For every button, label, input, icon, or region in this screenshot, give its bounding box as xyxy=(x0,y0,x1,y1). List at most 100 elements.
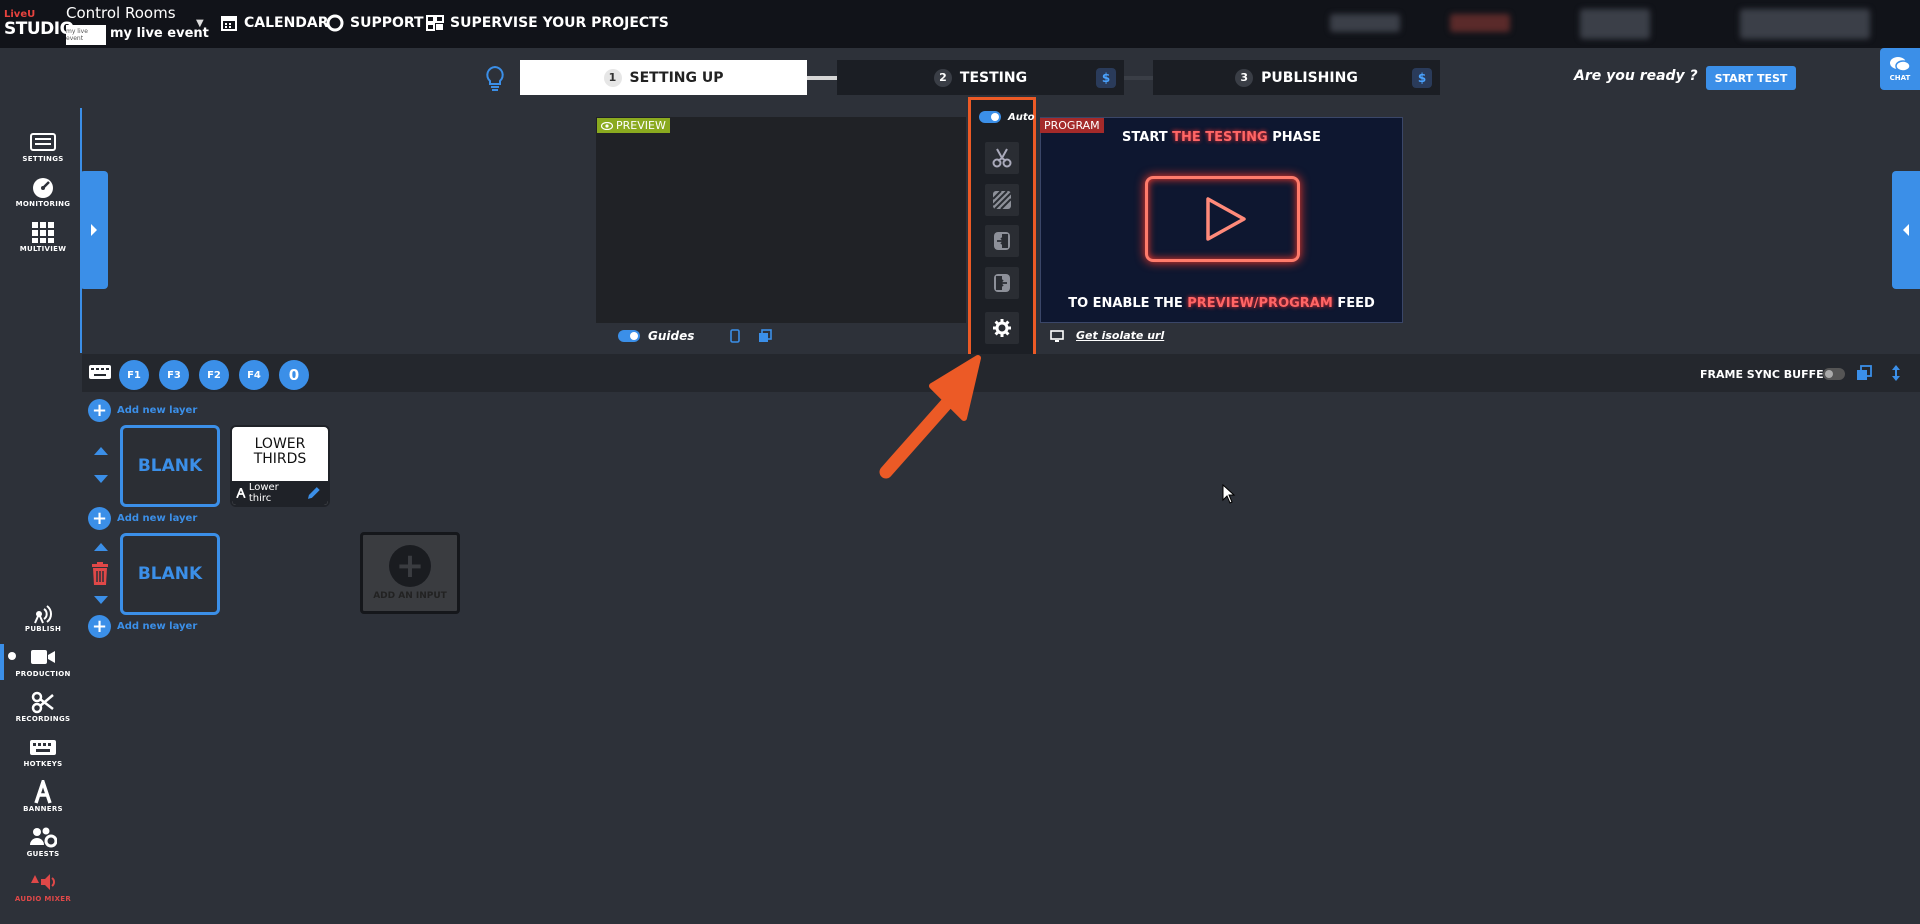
sidebar-item-production[interactable]: PRODUCTION xyxy=(8,645,78,678)
guides-toggle[interactable] xyxy=(618,330,640,342)
frame-sync-toggle[interactable] xyxy=(1823,368,1845,380)
step-setting-up[interactable]: 1 SETTING UP xyxy=(520,60,807,95)
paid-badge: $ xyxy=(1412,68,1432,88)
lightbulb-icon[interactable] xyxy=(484,65,506,91)
sidebar-item-banners[interactable]: BANNERS xyxy=(8,780,78,813)
isolate-label: Get isolate url xyxy=(1076,329,1165,342)
chevron-left-icon xyxy=(1903,224,1909,236)
ready-text: Are you ready ? xyxy=(1574,68,1698,84)
resize-vertical-icon[interactable] xyxy=(1891,364,1901,382)
gear-icon xyxy=(993,319,1011,337)
font-icon xyxy=(34,780,52,804)
plus-icon: + xyxy=(88,615,111,638)
start-test-button[interactable]: START TEST xyxy=(1706,66,1796,90)
play-icon xyxy=(1145,176,1300,262)
frame-sync-buffer-label: FRAME SYNC BUFFER xyxy=(1700,368,1833,381)
monitor-icon xyxy=(1050,329,1064,342)
sidebar-item-publish[interactable]: PUBLISH xyxy=(8,600,78,633)
add-new-layer-button[interactable]: + Add new layer xyxy=(88,399,197,422)
copy-icon[interactable] xyxy=(758,329,773,343)
chat-button[interactable]: CHAT xyxy=(1880,48,1920,90)
sidebar-item-label: AUDIO MIXER xyxy=(14,895,72,903)
wipe-in-transition-button[interactable] xyxy=(985,225,1019,257)
cut-transition-button[interactable] xyxy=(985,142,1019,174)
lower-thirds-card[interactable]: LOWER THIRDS Lower thirc xyxy=(230,425,330,507)
move-layer-up-icon[interactable] xyxy=(94,447,108,455)
users-gear-icon xyxy=(30,827,57,848)
liveu-studio-logo[interactable]: LiveU STUDIO xyxy=(4,10,74,40)
event-thumbnail: my live event xyxy=(66,25,106,45)
move-layer-down-icon[interactable] xyxy=(94,596,108,604)
font-icon xyxy=(236,488,246,498)
move-layer-down-icon[interactable] xyxy=(94,475,108,483)
nav-supervise-label: SUPERVISE YOUR PROJECTS xyxy=(450,15,669,31)
wipe-in-icon xyxy=(994,232,1010,250)
paid-badge: $ xyxy=(1096,68,1116,88)
blank-source-card[interactable]: BLANK xyxy=(120,425,220,507)
wipe-out-transition-button[interactable] xyxy=(985,267,1019,299)
transitions-panel: Auto xyxy=(968,97,1036,358)
transition-settings-button[interactable] xyxy=(985,312,1019,344)
sidebar-item-label: HOTKEYS xyxy=(23,760,63,768)
keyboard-icon xyxy=(30,740,56,755)
auto-toggle[interactable] xyxy=(979,111,1001,123)
sidebar-item-audio-mixer[interactable]: AUDIO MIXER xyxy=(8,870,78,903)
wipe-out-icon xyxy=(994,274,1010,292)
gauge-icon xyxy=(33,178,53,198)
add-layer-label: Add new layer xyxy=(117,621,198,632)
pencil-icon[interactable] xyxy=(306,485,322,501)
hotkey-0[interactable]: 0 xyxy=(279,360,309,390)
get-isolate-url-link[interactable]: Get isolate url xyxy=(1050,329,1164,342)
copy-icon[interactable] xyxy=(1856,365,1872,381)
event-selector[interactable]: my live event xyxy=(110,26,209,41)
sidebar-item-multiview[interactable]: MULTIVIEW xyxy=(8,220,78,253)
step-testing[interactable]: 2 TESTING $ xyxy=(837,60,1124,95)
eye-icon xyxy=(601,121,613,130)
add-new-layer-button[interactable]: + Add new layer xyxy=(88,507,197,530)
left-panel-expander[interactable] xyxy=(80,171,108,289)
blurred-header-item xyxy=(1740,9,1870,39)
keyboard-icon[interactable] xyxy=(88,364,112,380)
step-connector xyxy=(807,76,837,80)
step-number: 3 xyxy=(1235,68,1254,87)
active-indicator xyxy=(0,644,4,680)
step-number: 1 xyxy=(603,68,622,87)
blurred-header-item xyxy=(1580,9,1650,39)
dissolve-icon xyxy=(992,190,1012,210)
step-connector xyxy=(1124,76,1153,80)
trash-icon[interactable] xyxy=(90,562,110,586)
hotkey-f3[interactable]: F3 xyxy=(159,360,189,390)
nav-support[interactable]: SUPPORT xyxy=(326,14,424,32)
preview-tag-label: PREVIEW xyxy=(616,119,666,132)
sidebar-item-recordings[interactable]: RECORDINGS xyxy=(8,690,78,723)
sidebar-item-label: BANNERS xyxy=(23,805,63,813)
step-publishing[interactable]: 3 PUBLISHING $ xyxy=(1153,60,1440,95)
plus-icon: + xyxy=(88,507,111,530)
guides-control: Guides xyxy=(618,329,773,343)
dissolve-transition-button[interactable] xyxy=(985,184,1019,216)
preview-monitor[interactable] xyxy=(596,117,966,323)
mouse-cursor-icon xyxy=(1222,484,1236,504)
add-input-button[interactable]: + ADD AN INPUT xyxy=(360,532,460,614)
blank-source-card[interactable]: BLANK xyxy=(120,533,220,615)
sidebar-item-settings[interactable]: SETTINGS xyxy=(8,130,78,163)
right-panel-expander[interactable] xyxy=(1892,171,1920,289)
add-new-layer-button[interactable]: + Add new layer xyxy=(88,615,197,638)
program-monitor[interactable]: START THE TESTING PHASE TO ENABLE THE PR… xyxy=(1040,117,1403,323)
move-layer-up-icon[interactable] xyxy=(94,543,108,551)
scissors-icon xyxy=(31,691,54,714)
sidebar-item-hotkeys[interactable]: HOTKEYS xyxy=(8,735,78,768)
hotkey-f2[interactable]: F2 xyxy=(199,360,229,390)
mobile-icon[interactable] xyxy=(730,329,741,343)
chevron-down-icon[interactable]: ▼ xyxy=(196,18,204,29)
sidebar-item-monitoring[interactable]: MONITORING xyxy=(8,175,78,208)
hotkey-f1[interactable]: F1 xyxy=(119,360,149,390)
nav-supervise-projects[interactable]: SUPERVISE YOUR PROJECTS xyxy=(426,14,669,32)
lifebuoy-icon xyxy=(326,14,344,32)
lower-thirds-title: LOWER THIRDS xyxy=(253,436,307,467)
nav-calendar[interactable]: CALENDAR xyxy=(220,14,329,32)
hotkey-f4[interactable]: F4 xyxy=(239,360,269,390)
sidebar-item-label: RECORDINGS xyxy=(15,715,71,723)
sidebar-item-label: PUBLISH xyxy=(24,625,62,633)
sidebar-item-guests[interactable]: GUESTS xyxy=(8,825,78,858)
